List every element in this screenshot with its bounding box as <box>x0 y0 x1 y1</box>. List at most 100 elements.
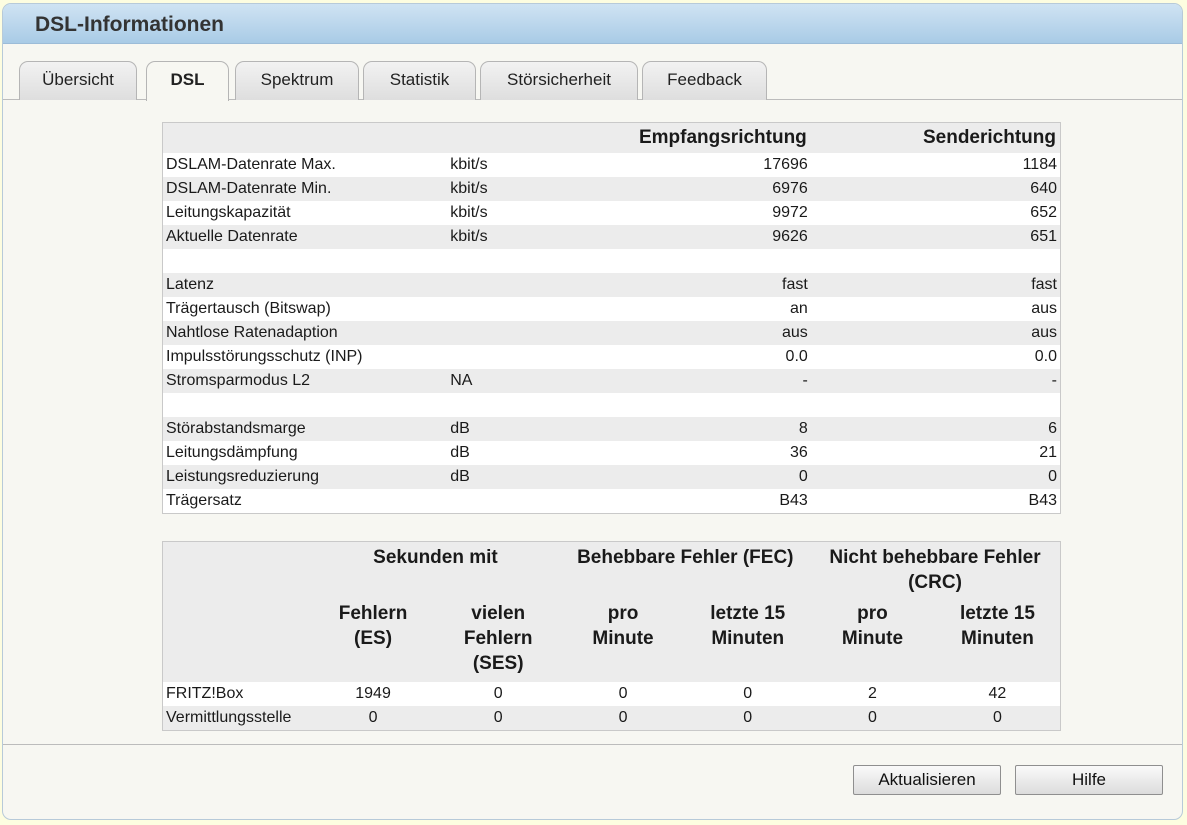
info-upstream-value: 6 <box>810 417 1061 441</box>
info-label: Trägertausch (Bitswap) <box>166 300 331 317</box>
info-row: DSLAM-Datenrate Min. kbit/s 6976 640 <box>162 177 1061 201</box>
info-unit: kbit/s <box>447 177 597 201</box>
info-row: Leitungsdämpfung dB 36 21 <box>163 441 1061 465</box>
info-unit <box>447 345 597 369</box>
info-upstream-value: 640 <box>810 177 1061 201</box>
info-upstream-value: 21 <box>1039 444 1057 461</box>
info-upstream-value: 0 <box>810 465 1061 489</box>
error-value: 42 <box>988 685 1007 702</box>
info-downstream-value: 8 <box>596 417 811 441</box>
tab-stoersicherheit[interactable]: Störsicherheit <box>480 61 638 100</box>
info-label: DSLAM-Datenrate Max. <box>166 156 336 173</box>
info-upstream-value: 0.0 <box>1034 348 1057 365</box>
info-upstream-value: aus <box>810 321 1061 345</box>
error-row-label: FRITZ!Box <box>166 685 244 702</box>
error-value: 0 <box>493 685 503 702</box>
info-unit: NA <box>447 369 597 393</box>
info-row: Impulsstörungsschutz (INP) 0.0 0.0 <box>163 345 1061 369</box>
info-unit <box>447 489 597 514</box>
tab-uebersicht[interactable]: Übersicht <box>19 61 137 100</box>
error-value: 0 <box>560 706 686 731</box>
error-value: 0 <box>685 706 811 731</box>
info-unit: kbit/s <box>450 204 488 221</box>
error-value: 2 <box>867 685 877 702</box>
info-downstream-value <box>597 393 811 417</box>
info-upstream-value: fast <box>810 273 1061 297</box>
info-header-label <box>162 122 448 153</box>
info-downstream-value: - <box>596 369 811 393</box>
info-label: DSLAM-Datenrate Min. <box>162 177 448 201</box>
info-label <box>163 249 448 273</box>
info-row: Störabstandsmarge dB 8 6 <box>162 417 1061 441</box>
tab-spektrum[interactable]: Spektrum <box>235 61 359 100</box>
info-row: Leistungsreduzierung dB 0 0 <box>162 465 1061 489</box>
info-upstream-value: 1184 <box>1022 156 1057 173</box>
info-row: Aktuelle Datenrate kbit/s 9626 651 <box>162 225 1061 249</box>
error-value: 0 <box>618 685 628 702</box>
info-downstream-value: 36 <box>790 444 808 461</box>
info-row: Trägertausch (Bitswap) an aus <box>163 297 1061 321</box>
info-unit <box>447 249 597 273</box>
error-table: Sekunden mit Behebbare Fehler (FEC) Nich… <box>162 541 1061 731</box>
info-unit <box>447 321 597 345</box>
info-row: Latenz fast fast <box>162 273 1061 297</box>
info-row: Trägersatz B43 B43 <box>163 489 1061 514</box>
info-upstream-value <box>811 249 1061 273</box>
info-row <box>163 393 1061 417</box>
info-row <box>163 249 1061 273</box>
info-label: Leistungsreduzierung <box>162 465 448 489</box>
info-upstream-value: 651 <box>810 225 1061 249</box>
info-label: Aktuelle Datenrate <box>162 225 448 249</box>
tab-bar: Übersicht DSL Spektrum Statistik Störsic… <box>3 44 1182 101</box>
info-downstream-value: aus <box>596 321 811 345</box>
info-upstream-value: aus <box>1031 300 1057 317</box>
error-sub-fec-min: pro Minute <box>560 601 686 682</box>
info-label: Stromsparmodus L2 <box>162 369 448 393</box>
info-upstream-value: B43 <box>1028 492 1057 509</box>
error-row-label: Vermittlungsstelle <box>162 706 311 731</box>
refresh-button[interactable]: Aktualisieren <box>853 765 1001 795</box>
info-unit: kbit/s <box>450 156 488 173</box>
help-button[interactable]: Hilfe <box>1015 765 1163 795</box>
info-unit: dB <box>447 465 597 489</box>
error-sub-crc-15min: letzte 15 Minuten <box>934 601 1061 682</box>
error-sub-crc-min: pro Minute <box>810 601 935 682</box>
info-downstream-value: 0.0 <box>785 348 808 365</box>
error-group-crc: Nicht behebbare Fehler (CRC) <box>810 541 1061 601</box>
info-header-row: Empfangsrichtung Senderichtung <box>162 122 1061 153</box>
info-label: Impulsstörungsschutz (INP) <box>166 348 363 365</box>
tab-statistik[interactable]: Statistik <box>363 61 476 100</box>
info-unit: dB <box>450 444 470 461</box>
info-downstream-value: 9626 <box>596 225 811 249</box>
info-downstream-value: an <box>790 300 808 317</box>
info-upstream-value: - <box>810 369 1061 393</box>
error-sub-fec-15min: letzte 15 Minuten <box>685 601 811 682</box>
error-value: 1949 <box>355 685 391 702</box>
info-label: Leitungsdämpfung <box>166 444 298 461</box>
tab-feedback[interactable]: Feedback <box>642 61 767 100</box>
info-label: Trägersatz <box>166 492 242 509</box>
info-upstream-value: 652 <box>1030 204 1057 221</box>
error-value: 0 <box>435 706 561 731</box>
page-title: DSL-Informationen <box>35 13 224 36</box>
error-value: 0 <box>743 685 753 702</box>
info-upstream-value <box>811 393 1061 417</box>
error-row: Vermittlungsstelle 0 0 0 0 0 0 <box>162 706 1061 731</box>
title-bar: DSL-Informationen <box>3 4 1182 44</box>
info-label: Leitungskapazität <box>166 204 291 221</box>
error-sub-es: Fehlern (ES) <box>310 601 436 682</box>
info-header-upstream: Senderichtung <box>810 122 1061 153</box>
info-unit <box>447 393 597 417</box>
error-group-fec: Behebbare Fehler (FEC) <box>560 541 811 601</box>
error-header-blank <box>162 541 311 682</box>
info-downstream-value: 6976 <box>596 177 811 201</box>
info-row: Nahtlose Ratenadaption aus aus <box>162 321 1061 345</box>
info-label: Latenz <box>162 273 448 297</box>
info-row: Leitungskapazität kbit/s 9972 652 <box>163 201 1061 225</box>
error-group-header-row: Sekunden mit Behebbare Fehler (FEC) Nich… <box>162 541 1061 682</box>
info-label: Störabstandsmarge <box>162 417 448 441</box>
error-group-seconds: Sekunden mit <box>310 541 561 601</box>
info-header-downstream: Empfangsrichtung <box>596 122 811 153</box>
info-label <box>163 393 448 417</box>
tab-dsl[interactable]: DSL <box>146 61 229 101</box>
